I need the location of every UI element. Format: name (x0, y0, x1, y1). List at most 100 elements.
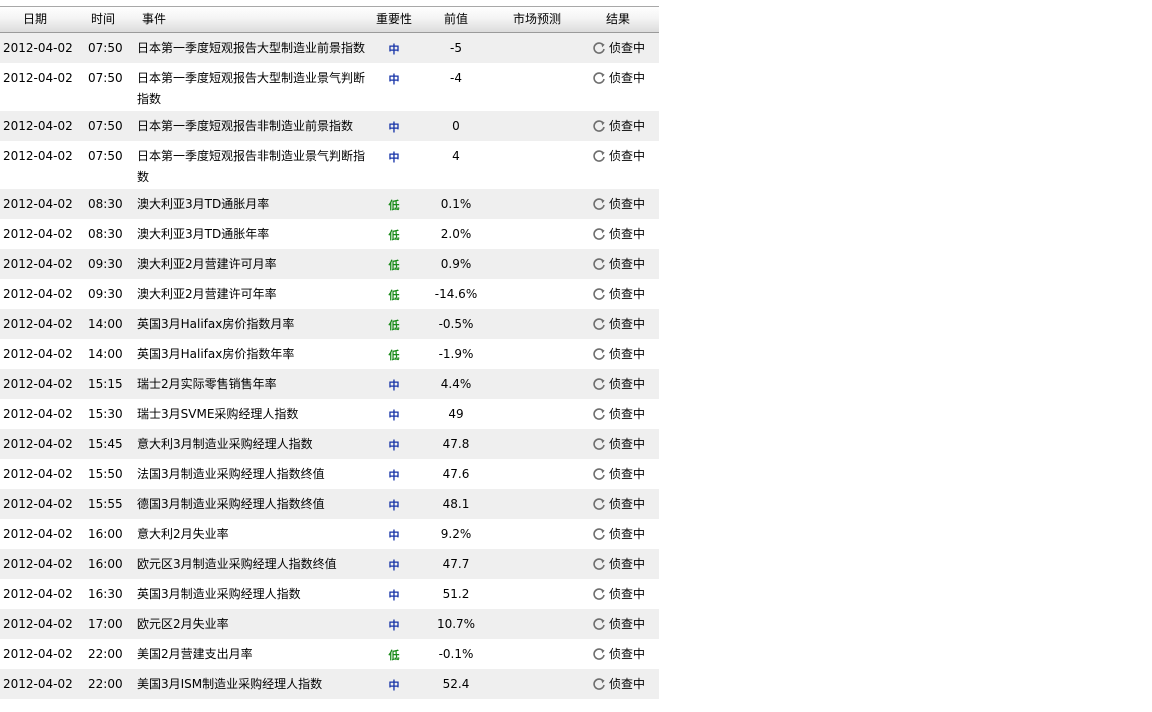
refresh-icon (592, 119, 606, 133)
result-refresh-link[interactable]: 侦查中 (592, 257, 645, 272)
result-label: 侦查中 (609, 557, 646, 571)
importance-badge: 低 (388, 229, 400, 242)
table-row: 2012-04-02 09:30 澳大利亚2月营建许可月率 低 0.9% 侦查中 (0, 249, 659, 279)
result-refresh-link[interactable]: 侦查中 (592, 347, 645, 362)
cell-time: 15:50 (88, 467, 123, 481)
cell-previous: 49 (448, 407, 464, 421)
cell-time: 16:00 (88, 557, 123, 571)
cell-time: 17:00 (88, 617, 123, 631)
refresh-icon (592, 647, 606, 661)
cell-previous: 51.2 (442, 587, 470, 601)
result-refresh-link[interactable]: 侦查中 (592, 287, 645, 302)
result-label: 侦查中 (609, 407, 646, 421)
table-row: 2012-04-02 16:00 意大利2月失业率 中 9.2% 侦查中 (0, 519, 659, 549)
result-refresh-link[interactable]: 侦查中 (592, 527, 645, 542)
cell-event: 意大利3月制造业采购经理人指数 (137, 437, 313, 451)
cell-time: 22:00 (88, 647, 123, 661)
cell-time: 09:30 (88, 257, 123, 271)
result-refresh-link[interactable]: 侦查中 (592, 647, 645, 662)
refresh-icon (592, 347, 606, 361)
result-label: 侦查中 (609, 617, 646, 631)
cell-previous: 48.1 (442, 497, 470, 511)
importance-badge: 中 (388, 43, 400, 56)
refresh-icon (592, 257, 606, 271)
cell-date: 2012-04-02 (3, 557, 73, 571)
cell-date: 2012-04-02 (3, 119, 73, 133)
cell-previous: 0.1% (440, 197, 472, 211)
cell-date: 2012-04-02 (3, 437, 73, 451)
cell-time: 08:30 (88, 197, 123, 211)
cell-date: 2012-04-02 (3, 407, 73, 421)
result-label: 侦查中 (609, 467, 646, 481)
cell-previous: 52.4 (442, 677, 470, 691)
cell-time: 07:50 (88, 41, 123, 55)
table-row: 2012-04-02 22:00 美国2月营建支出月率 低 -0.1% 侦查中 (0, 639, 659, 669)
cell-time: 15:45 (88, 437, 123, 451)
header-importance: 重要性 (375, 12, 412, 26)
cell-date: 2012-04-02 (3, 287, 73, 301)
cell-previous: -4 (450, 71, 462, 85)
table-row: 2012-04-02 15:30 瑞士3月SVME采购经理人指数 中 49 侦查中 (0, 399, 659, 429)
cell-date: 2012-04-02 (3, 647, 73, 661)
cell-event: 澳大利亚2月营建许可年率 (137, 287, 277, 301)
cell-date: 2012-04-02 (3, 497, 73, 511)
result-refresh-link[interactable]: 侦查中 (592, 557, 645, 572)
result-refresh-link[interactable]: 侦查中 (592, 467, 645, 482)
result-refresh-link[interactable]: 侦查中 (592, 677, 645, 692)
cell-date: 2012-04-02 (3, 149, 73, 163)
result-refresh-link[interactable]: 侦查中 (592, 227, 645, 242)
cell-time: 08:30 (88, 227, 123, 241)
header-event: 事件 (142, 12, 167, 26)
result-refresh-link[interactable]: 侦查中 (592, 377, 645, 392)
cell-time: 07:50 (88, 149, 123, 163)
result-label: 侦查中 (609, 119, 646, 133)
header-result: 结果 (605, 12, 630, 26)
result-label: 侦查中 (609, 149, 646, 163)
result-label: 侦查中 (609, 347, 646, 361)
cell-event: 德国3月制造业采购经理人指数终值 (137, 497, 325, 511)
result-refresh-link[interactable]: 侦查中 (592, 149, 645, 164)
importance-badge: 中 (388, 619, 400, 632)
cell-event: 意大利2月失业率 (137, 527, 229, 541)
cell-previous: 4.4% (440, 377, 472, 391)
cell-event: 瑞士3月SVME采购经理人指数 (137, 407, 299, 421)
refresh-icon (592, 677, 606, 691)
refresh-icon (592, 437, 606, 451)
result-refresh-link[interactable]: 侦查中 (592, 71, 645, 86)
cell-date: 2012-04-02 (3, 527, 73, 541)
refresh-icon (592, 527, 606, 541)
result-refresh-link[interactable]: 侦查中 (592, 119, 645, 134)
refresh-icon (592, 497, 606, 511)
cell-time: 14:00 (88, 347, 123, 361)
result-label: 侦查中 (609, 227, 646, 241)
refresh-icon (592, 557, 606, 571)
result-refresh-link[interactable]: 侦查中 (592, 617, 645, 632)
importance-badge: 中 (388, 679, 400, 692)
result-refresh-link[interactable]: 侦查中 (592, 497, 645, 512)
cell-date: 2012-04-02 (3, 467, 73, 481)
result-refresh-link[interactable]: 侦查中 (592, 407, 645, 422)
importance-badge: 中 (388, 499, 400, 512)
cell-event: 英国3月Halifax房价指数月率 (137, 317, 295, 331)
result-refresh-link[interactable]: 侦查中 (592, 437, 645, 452)
cell-date: 2012-04-02 (3, 347, 73, 361)
cell-time: 07:50 (88, 119, 123, 133)
result-refresh-link[interactable]: 侦查中 (592, 587, 645, 602)
cell-event: 法国3月制造业采购经理人指数终值 (137, 467, 325, 481)
cell-event: 日本第一季度短观报告大型制造业景气判断指数 (137, 71, 366, 106)
importance-badge: 中 (388, 559, 400, 572)
cell-event: 美国3月ISM制造业采购经理人指数 (137, 677, 323, 691)
cell-event: 日本第一季度短观报告非制造业景气判断指数 (137, 149, 366, 184)
result-label: 侦查中 (609, 677, 646, 691)
table-row: 2012-04-02 07:50 日本第一季度短观报告非制造业景气判断指数 中 4 侦查中 (0, 141, 659, 189)
table-row: 2012-04-02 14:00 英国3月Halifax房价指数年率 低 -1.9% 侦查… (0, 339, 659, 369)
result-refresh-link[interactable]: 侦查中 (592, 317, 645, 332)
importance-badge: 中 (388, 73, 400, 86)
result-refresh-link[interactable]: 侦查中 (592, 41, 645, 56)
table-row: 2012-04-02 16:30 英国3月制造业采购经理人指数 中 51.2 侦查中 (0, 579, 659, 609)
table-row: 2012-04-02 15:55 德国3月制造业采购经理人指数终值 中 48.1 侦查中 (0, 489, 659, 519)
cell-previous: 4 (452, 149, 460, 163)
cell-event: 瑞士2月实际零售销售年率 (137, 377, 277, 391)
result-label: 侦查中 (609, 71, 646, 85)
result-refresh-link[interactable]: 侦查中 (592, 197, 645, 212)
